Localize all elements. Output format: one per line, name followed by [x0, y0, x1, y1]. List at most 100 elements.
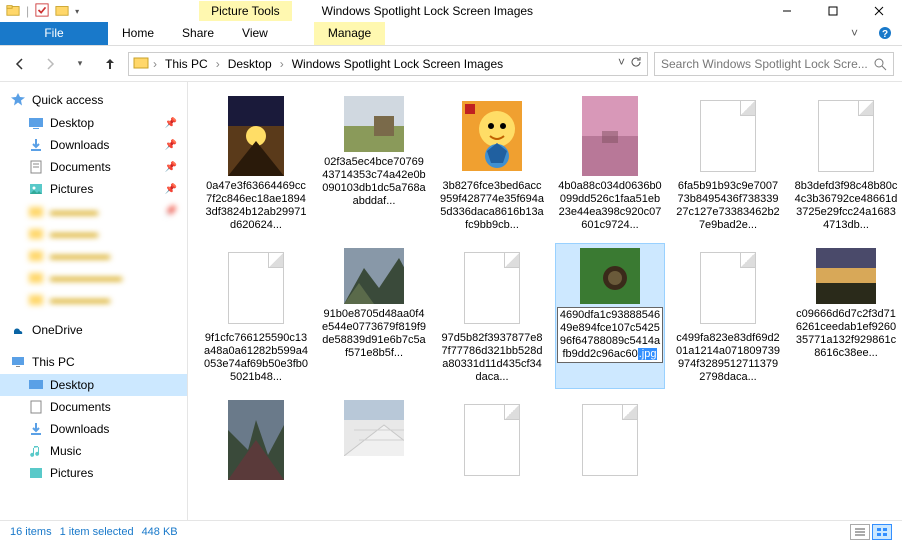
file-name: c09666d6d7c2f3d716261ceedab1ef926035771a…: [794, 308, 898, 360]
sidebar-item-desktop[interactable]: Desktop📌: [0, 112, 187, 134]
breadcrumb-leaf[interactable]: Windows Spotlight Lock Screen Images: [288, 57, 507, 71]
svg-text:?: ?: [882, 29, 888, 40]
file-name: 0a47e3f63664469cc7f2c846ec18ae18943df382…: [204, 180, 308, 232]
tab-manage[interactable]: Manage: [314, 22, 385, 45]
back-button[interactable]: [8, 52, 32, 76]
file-item[interactable]: 0a47e3f63664469cc7f2c846ec18ae18943df382…: [202, 92, 310, 236]
qat-check-icon[interactable]: [35, 3, 49, 20]
chevron-right-icon[interactable]: ›: [153, 57, 157, 71]
file-item[interactable]: 4690dfa1c9388854649e894fce107c542596f647…: [556, 244, 664, 388]
search-icon: [873, 57, 887, 71]
address-bar[interactable]: › This PC › Desktop › Windows Spotlight …: [128, 52, 648, 76]
file-thumbnail: [226, 400, 286, 480]
chevron-right-icon[interactable]: ›: [280, 57, 284, 71]
sidebar-item-desktop[interactable]: Desktop: [0, 374, 187, 396]
sidebar-item-downloads[interactable]: Downloads: [0, 418, 187, 440]
file-item[interactable]: c499fa823e83df69d201a1214a071809739974f3…: [674, 244, 782, 388]
sidebar-item-blurred[interactable]: ▬▬▬▬▬: [0, 288, 187, 310]
sidebar-item-blurred[interactable]: ▬▬▬▬📌: [0, 200, 187, 222]
up-button[interactable]: [98, 52, 122, 76]
file-item[interactable]: 91b0e8705d48aa0f4e544e0773679f819f9de588…: [320, 244, 428, 388]
status-selection: 1 item selected: [60, 526, 134, 538]
file-thumbnail: [462, 248, 522, 328]
breadcrumb-root[interactable]: This PC: [161, 57, 212, 71]
file-thumbnail: [698, 96, 758, 176]
window-title: Windows Spotlight Lock Screen Images: [322, 4, 533, 18]
status-bar: 16 items 1 item selected 448 KB: [0, 520, 902, 542]
sidebar-item-pictures[interactable]: Pictures: [0, 462, 187, 484]
file-item[interactable]: 9f1cfc766125590c13a48a0a61282b599a4053e7…: [202, 244, 310, 388]
title-bar: | ▾ Picture Tools Windows Spotlight Lock…: [0, 0, 902, 22]
view-details-icon[interactable]: [850, 524, 870, 540]
recent-dropdown-icon[interactable]: ▾: [68, 52, 92, 76]
file-item[interactable]: 4b0a88c034d0636b0099dd526c1faa51eb23e44e…: [556, 92, 664, 236]
minimize-button[interactable]: [764, 0, 810, 22]
file-name: 4b0a88c034d0636b0099dd526c1faa51eb23e44e…: [558, 180, 662, 232]
file-name: 91b0e8705d48aa0f4e544e0773679f819f9de588…: [322, 308, 426, 360]
chevron-right-icon[interactable]: ›: [216, 57, 220, 71]
pin-icon: 📌: [165, 184, 177, 195]
tab-share[interactable]: Share: [168, 22, 228, 45]
sidebar-quick-access[interactable]: Quick access: [0, 88, 187, 112]
sidebar-item-documents[interactable]: Documents📌: [0, 156, 187, 178]
tab-view[interactable]: View: [228, 22, 282, 45]
file-item[interactable]: 3b8276fce3bed6acc959f428774e35f694a5d336…: [438, 92, 546, 236]
file-item[interactable]: c09666d6d7c2f3d716261ceedab1ef926035771a…: [792, 244, 900, 388]
sidebar-item-blurred[interactable]: ▬▬▬▬: [0, 222, 187, 244]
qat-dropdown-icon[interactable]: ▾: [75, 7, 79, 16]
folder-icon: [6, 3, 20, 20]
file-thumbnail: [816, 248, 876, 304]
file-item[interactable]: [202, 396, 310, 488]
sidebar-item-blurred[interactable]: ▬▬▬▬▬▬: [0, 266, 187, 288]
forward-button[interactable]: [38, 52, 62, 76]
sidebar-item-blurred[interactable]: ▬▬▬▬▬: [0, 244, 187, 266]
file-thumbnail: [462, 96, 522, 176]
ribbon-expand-icon[interactable]: ˅: [841, 22, 868, 45]
file-thumbnail: [344, 96, 404, 152]
file-name: 6fa5b91b93c9e700773b8495436f73833927c127…: [676, 180, 780, 232]
maximize-button[interactable]: [810, 0, 856, 22]
file-name: 4690dfa1c9388854649e894fce107c542596f647…: [558, 308, 662, 362]
sidebar-item-downloads[interactable]: Downloads📌: [0, 134, 187, 156]
file-item[interactable]: 97d5b82f3937877e87f77786d321bb528da80331…: [438, 244, 546, 388]
qat-separator-icon: |: [26, 4, 29, 18]
file-thumbnail: [580, 248, 640, 304]
sidebar-item-music[interactable]: Music: [0, 440, 187, 462]
file-thumbnail: [226, 248, 286, 328]
file-item[interactable]: 6fa5b91b93c9e700773b8495436f73833927c127…: [674, 92, 782, 236]
file-thumbnail: [580, 96, 640, 176]
file-name: 02f3a5ec4bce7076943714353c74a42e0b090103…: [322, 156, 426, 208]
sidebar-onedrive[interactable]: OneDrive: [0, 318, 187, 342]
file-item[interactable]: [438, 396, 546, 488]
pin-icon: 📌: [165, 162, 177, 173]
file-name: 3b8276fce3bed6acc959f428774e35f694a5d336…: [440, 180, 544, 232]
folder-icon: [133, 54, 149, 73]
file-item[interactable]: [320, 396, 428, 488]
breadcrumb-mid[interactable]: Desktop: [224, 57, 276, 71]
file-name: 97d5b82f3937877e87f77786d321bb528da80331…: [440, 332, 544, 384]
tab-home[interactable]: Home: [108, 22, 168, 45]
tab-file[interactable]: File: [0, 22, 108, 45]
file-item[interactable]: 8b3defd3f98c48b80c4c3b36792ce48661d3725e…: [792, 92, 900, 236]
navigation-bar: ▾ › This PC › Desktop › Windows Spotligh…: [0, 46, 902, 82]
close-button[interactable]: [856, 0, 902, 22]
sidebar-item-pictures[interactable]: Pictures📌: [0, 178, 187, 200]
file-thumbnail: [698, 248, 758, 328]
qat-folder-icon[interactable]: [55, 3, 69, 20]
file-thumbnail: [226, 96, 286, 176]
refresh-icon[interactable]: [629, 55, 643, 72]
search-input[interactable]: Search Windows Spotlight Lock Scre...: [654, 52, 894, 76]
file-item[interactable]: 02f3a5ec4bce7076943714353c74a42e0b090103…: [320, 92, 428, 236]
pin-icon: 📌: [165, 140, 177, 151]
contextual-tab-label: Picture Tools: [199, 1, 291, 21]
help-icon[interactable]: ?: [868, 22, 902, 45]
file-grid[interactable]: 0a47e3f63664469cc7f2c846ec18ae18943df382…: [188, 82, 902, 520]
file-name: c499fa823e83df69d201a1214a071809739974f3…: [676, 332, 780, 384]
sidebar-item-documents[interactable]: Documents: [0, 396, 187, 418]
file-name: 9f1cfc766125590c13a48a0a61282b599a4053e7…: [204, 332, 308, 384]
status-item-count: 16 items: [10, 526, 52, 538]
file-item[interactable]: [556, 396, 664, 488]
address-dropdown-icon[interactable]: ˅: [618, 55, 625, 72]
view-thumbnails-icon[interactable]: [872, 524, 892, 540]
sidebar-this-pc[interactable]: This PC: [0, 350, 187, 374]
